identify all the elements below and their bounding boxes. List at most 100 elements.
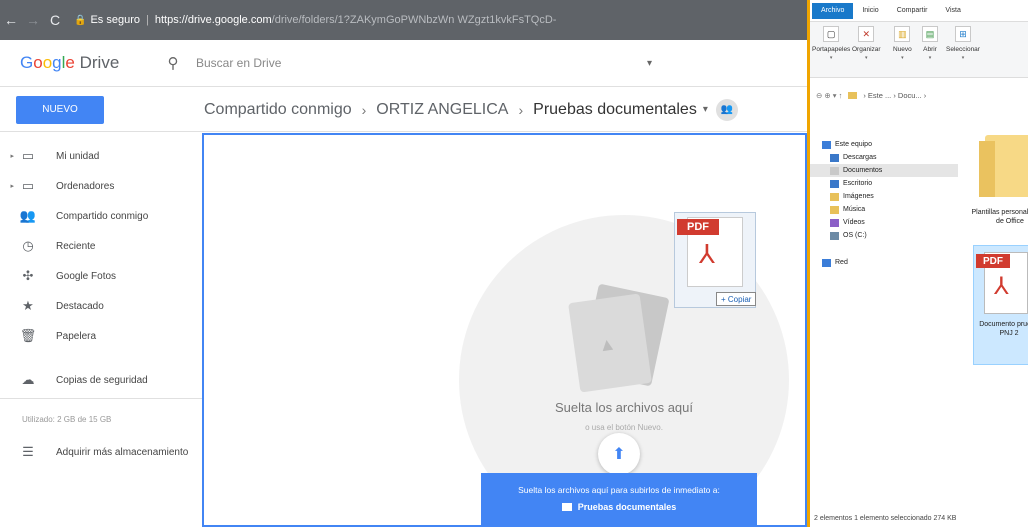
tree-item-desktop[interactable]: Escritorio [830, 177, 872, 190]
ribbon-label: Organizar [852, 46, 881, 53]
drop-zone[interactable]: ▲ Suelta los archivos aquí o usa el botó… [202, 133, 807, 527]
tree-item-downloads[interactable]: Descargas [830, 151, 876, 164]
chevron-down-icon: ▾ [961, 55, 965, 61]
tab-share[interactable]: Compartir [888, 7, 937, 14]
explorer-nav-icons[interactable]: ⊖ ⊕ ▾ ↑ [816, 91, 842, 100]
sidebar-item-computers[interactable]: ▸ ▭ Ordenadores [0, 175, 202, 197]
ribbon-label: Seleccionar [946, 46, 980, 53]
pdf-badge: PDF [976, 254, 1010, 268]
documents-icon [830, 166, 839, 175]
folder-icon [561, 503, 572, 511]
explorer-breadcrumb[interactable]: › Este ... › Docu... › [863, 91, 926, 100]
copy-tooltip: + Copiar [716, 292, 757, 306]
ribbon-new[interactable]: ▥ Nuevo ▾ [893, 26, 912, 61]
sidebar-item-recent[interactable]: ◷ Reciente [0, 235, 202, 257]
sidebar-item-starred[interactable]: ★ Destacado [0, 295, 202, 317]
videos-icon [830, 218, 839, 227]
search-icon[interactable]: ⚲ [160, 54, 186, 72]
sidebar-item-my-drive[interactable]: ▸ ▭ Mi unidad [0, 145, 202, 167]
computer-icon [822, 140, 831, 149]
expand-arrow-icon[interactable]: ▸ [0, 182, 14, 190]
breadcrumb-current[interactable]: Pruebas documentales [533, 101, 697, 119]
clock-icon: ◷ [22, 238, 34, 253]
selected-pdf-file[interactable]: PDF ⅄ Documento prueba PNJ 2 [973, 245, 1028, 365]
reload-icon[interactable]: C [44, 12, 66, 28]
search-input[interactable]: Buscar en Drive [196, 56, 647, 70]
back-icon[interactable]: ← [0, 12, 22, 28]
drive-icon: ▭ [21, 148, 35, 163]
ribbon-select[interactable]: ⊞ Seleccionar ▾ [946, 26, 980, 61]
logo-letter: o [33, 53, 43, 72]
pdf-badge: PDF [677, 219, 719, 235]
sidebar-item-photos[interactable]: ✣ Google Fotos [0, 265, 202, 287]
ribbon-label: Nuevo [893, 46, 912, 53]
ribbon-tabs: Archivo Inicio Compartir Vista [810, 0, 1028, 22]
cloud-icon: ☁ [21, 372, 35, 387]
logo-letter: e [65, 53, 75, 72]
secure-label: Es seguro [90, 14, 140, 26]
tree-item-this-pc[interactable]: Este equipo [822, 138, 872, 151]
tab-file[interactable]: Archivo [812, 2, 854, 19]
tree-item-os-drive[interactable]: OS (C:) [830, 229, 867, 242]
drive-toolbar: NUEVO Compartido conmigo › ORTIZ ANGELIC… [0, 88, 807, 132]
chevron-down-icon: ▾ [865, 55, 868, 61]
banner-folder-name: Pruebas documentales [577, 502, 677, 512]
logo-letter: o [42, 53, 53, 72]
breadcrumb-shared[interactable]: Compartido conmigo [204, 101, 352, 119]
ribbon-label: Abrir [923, 46, 937, 53]
drop-title: Suelta los archivos aquí [554, 400, 694, 415]
tree-item-videos[interactable]: Vídeos [830, 216, 865, 229]
breadcrumb: Compartido conmigo › ORTIZ ANGELICA › Pr… [204, 98, 738, 121]
sidebar-item-label: Compartido conmigo [56, 210, 149, 222]
chevron-down-icon: ▾ [829, 55, 833, 61]
ribbon-clipboard[interactable]: ▢ Portapapeles ▾ [812, 26, 850, 61]
storage-list-icon: ☰ [22, 444, 34, 459]
chevron-right-icon: › [361, 101, 367, 118]
search-box[interactable]: ⚲ Buscar en Drive ▾ [160, 48, 660, 78]
banner-folder: Pruebas documentales [481, 502, 757, 512]
google-drive-logo[interactable]: Google Drive [20, 53, 160, 73]
ribbon-label: Portapapeles [812, 46, 851, 53]
url-host[interactable]: https://drive.google.com [155, 14, 272, 26]
tree-item-music[interactable]: Música [830, 203, 865, 216]
chevron-right-icon: › [518, 101, 524, 118]
computer-icon: ▭ [21, 178, 35, 193]
forward-icon[interactable]: → [22, 12, 44, 28]
chrome-window: ← → C 🔒 Es seguro | https://drive.google… [0, 0, 807, 527]
explorer-address-bar[interactable]: ⊖ ⊕ ▾ ↑ › Este ... › Docu... › [810, 84, 1028, 106]
doc-illustration-front: ▲ [568, 293, 652, 393]
tree-item-label: Música [843, 206, 866, 213]
tab-home[interactable]: Inicio [853, 7, 887, 14]
ribbon: ▢ Portapapeles ▾ ✕ Organizar ▾ ▥ Nuevo ▾… [810, 22, 1028, 78]
tree-item-documents[interactable]: Documentos [810, 164, 958, 177]
url-path[interactable]: /drive/folders/1?ZAKymGoPWNbzWn WZgzt1kv… [272, 14, 557, 26]
logo-product: Drive [74, 53, 120, 72]
chevron-down-icon[interactable]: ▾ [703, 104, 708, 115]
ribbon-organize[interactable]: ✕ Organizar ▾ [852, 26, 881, 61]
tree-item-label: Red [835, 259, 848, 266]
tree-item-pictures[interactable]: Imágenes [830, 190, 874, 203]
search-options-icon[interactable]: ▾ [647, 58, 652, 69]
buy-storage-link[interactable]: ☰ Adquirir más almacenamiento [0, 441, 202, 463]
breadcrumb-owner[interactable]: ORTIZ ANGELICA [376, 101, 508, 119]
storage-usage: Utilizado: 2 GB de 15 GB [22, 415, 112, 424]
downloads-icon [830, 153, 839, 162]
folder-icon[interactable] [979, 135, 1028, 197]
tab-view[interactable]: Vista [936, 7, 969, 14]
people-icon: 👥 [19, 208, 37, 223]
status-text: 2 elementos 1 elemento seleccionado 274 … [814, 514, 957, 522]
acrobat-icon: ⅄ [994, 273, 1009, 300]
tree-item-label: Imágenes [843, 193, 874, 200]
sidebar: ▸ ▭ Mi unidad ▸ ▭ Ordenadores 👥 Comparti… [0, 133, 202, 527]
expand-arrow-icon[interactable]: ▸ [0, 152, 14, 160]
new-button[interactable]: NUEVO [16, 95, 104, 124]
sidebar-item-label: Mi unidad [56, 150, 100, 162]
clipboard-icon: ▢ [823, 26, 840, 42]
tree-item-network[interactable]: Red [822, 256, 848, 269]
sidebar-item-backups[interactable]: ☁ Copias de seguridad [0, 369, 202, 391]
ribbon-open[interactable]: ▤ Abrir ▾ [922, 26, 938, 61]
star-icon: ★ [22, 298, 34, 313]
sidebar-item-trash[interactable]: 🗑 Papelera [0, 325, 202, 347]
folder-back [979, 141, 995, 197]
sidebar-item-shared[interactable]: 👥 Compartido conmigo [0, 205, 202, 227]
